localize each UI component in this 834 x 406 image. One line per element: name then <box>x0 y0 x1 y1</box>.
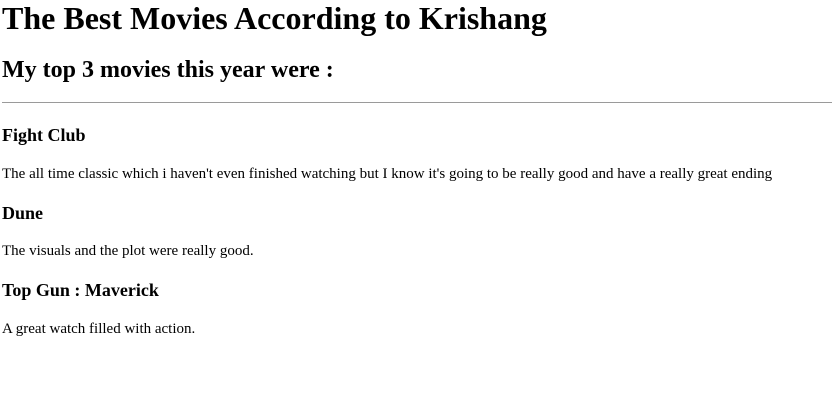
divider <box>2 102 832 103</box>
movie-description-fight-club: The all time classic which i haven't eve… <box>2 166 773 182</box>
movie-description-dune: The visuals and the plot were really goo… <box>2 243 254 259</box>
movie-title-top-gun-maverick: Top Gun : Maverick <box>2 280 159 300</box>
page-subtitle: My top 3 movies this year were : <box>2 57 334 83</box>
page-title: The Best Movies According to Krishang <box>2 0 547 36</box>
movie-description-top-gun-maverick: A great watch filled with action. <box>2 321 196 337</box>
movie-title-dune: Dune <box>2 203 44 223</box>
movie-title-fight-club: Fight Club <box>2 125 86 145</box>
page-body: The Best Movies According to Krishang My… <box>0 0 834 406</box>
